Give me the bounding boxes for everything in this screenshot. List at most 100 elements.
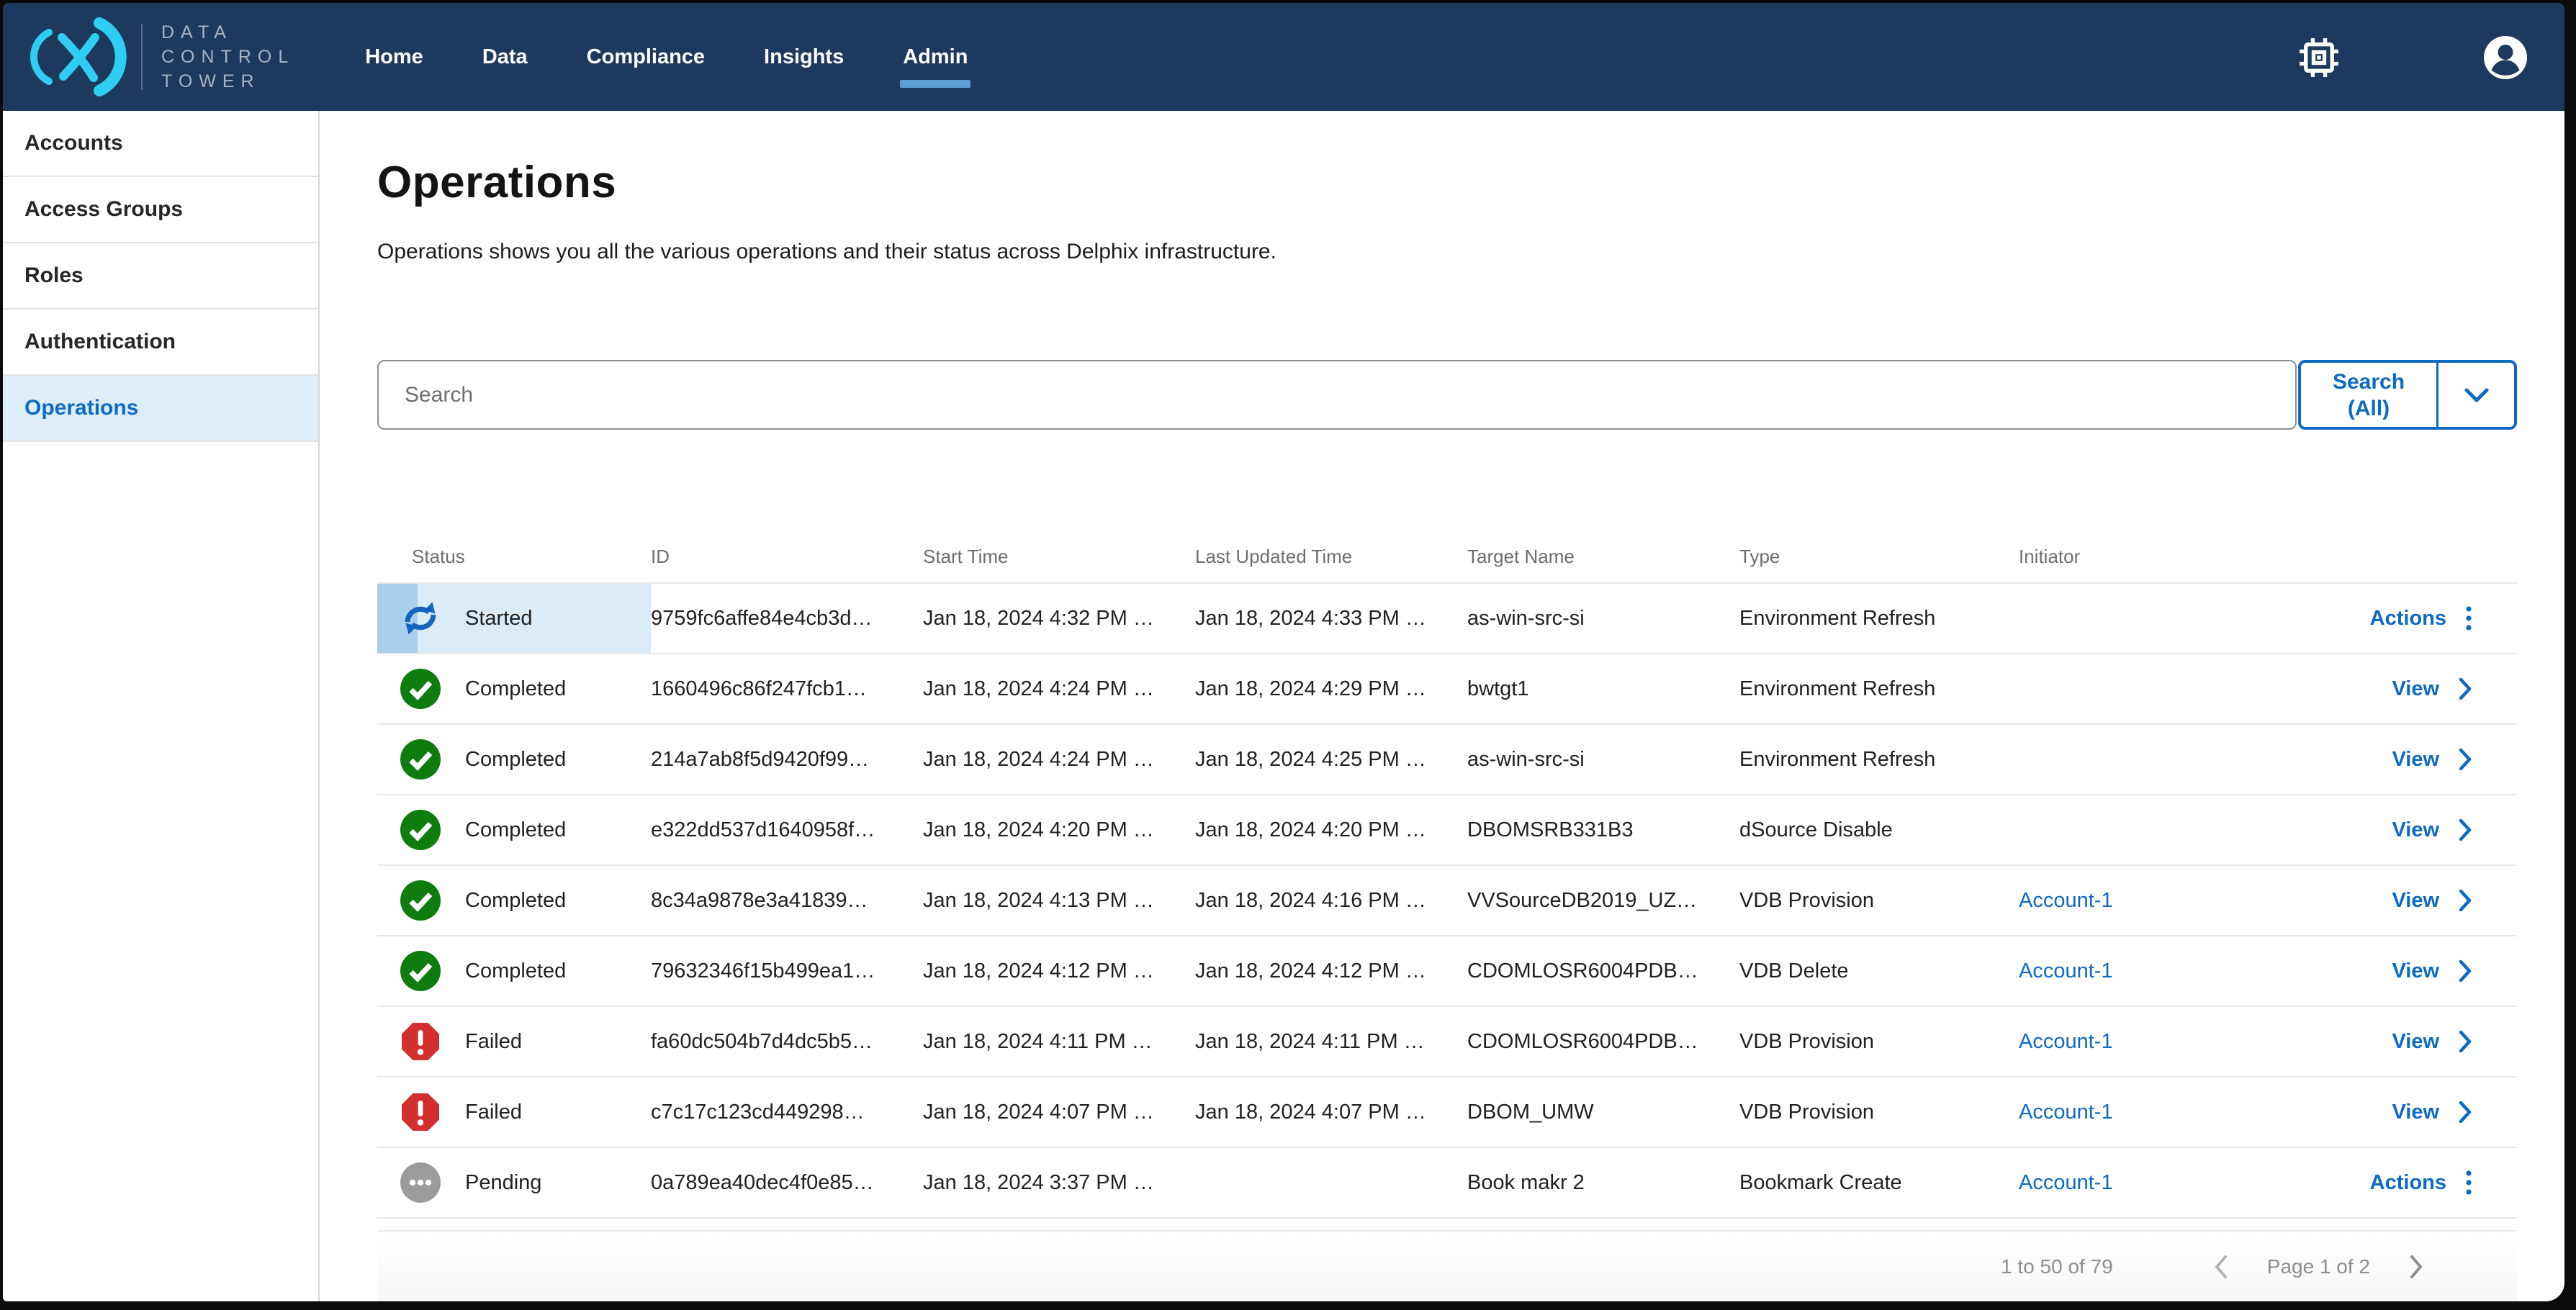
start-time-cell: Jan 18, 2024 4:07 PM … [923,1078,1195,1147]
active-nav-underline [900,80,970,88]
actions-menu-link[interactable]: Actions [2370,605,2472,631]
start-time-cell: Jan 18, 2024 4:32 PM … [923,584,1195,653]
start-time-cell: Jan 18, 2024 4:24 PM … [923,725,1195,794]
table-header-row: StatusIDStart TimeLast Updated TimeTarge… [377,510,2517,582]
nav-item-label: Insights [764,45,844,68]
nav-item-insights[interactable]: Insights [762,38,845,76]
table-row: Completed 79632346f15b499ea1… Jan 18, 20… [377,935,2517,1006]
nav-item-label: Compliance [587,45,705,68]
action-cell: Actions [2235,584,2517,653]
row-action-icon [2465,605,2472,631]
type-cell: VDB Provision [1739,866,2019,935]
search-button-label-1: Search [2333,369,2405,395]
status-icon [400,1021,441,1062]
column-header [2235,568,2517,582]
initiator-link[interactable]: Account-1 [2019,1101,2113,1124]
account-avatar-icon[interactable] [2484,36,2527,79]
target-name-cell: as-win-src-si [1467,725,1739,794]
view-link[interactable]: View [2392,1029,2472,1054]
target-name-cell: DBOMSRB331B3 [1467,795,1739,864]
initiator-link[interactable]: Account-1 [2019,1030,2113,1054]
start-time-cell: Jan 18, 2024 3:37 PM … [923,1148,1195,1217]
nav-item-compliance[interactable]: Compliance [585,38,706,76]
chevron-right-icon [2458,888,2472,913]
target-name-cell: CDOMLOSR6004PDB… [1467,936,1739,1006]
search-input[interactable] [377,360,2297,430]
sidebar-item-accounts[interactable]: Accounts [3,111,318,177]
last-updated-cell: Jan 18, 2024 4:29 PM … [1195,654,1467,723]
id-cell: 1660496c86f247fcb1… [651,654,923,723]
last-updated-cell: Jan 18, 2024 4:20 PM … [1195,795,1467,864]
action-cell: View [2235,866,2517,935]
status-cell: Completed [377,795,651,864]
status-icon [400,669,441,709]
chevron-down-icon [2463,386,2490,405]
type-cell: Environment Refresh [1739,725,2019,794]
id-cell: 8c34a9878e3a41839… [651,866,923,935]
sidebar-item-operations[interactable]: Operations [3,376,318,442]
top-navbar: DATA CONTROL TOWER Home Data Compliance … [3,3,2564,111]
status-icon [400,598,441,638]
initiator-cell: Account-1 [2019,866,2235,935]
check-circle-icon [400,880,441,921]
view-link[interactable]: View [2392,677,2472,701]
sync-icon [400,598,441,638]
last-updated-cell: Jan 18, 2024 4:25 PM … [1195,725,1467,794]
view-link[interactable]: View [2392,818,2472,842]
chevron-right-icon [2458,959,2472,983]
initiator-link[interactable]: Account-1 [2019,889,2113,913]
type-cell: Environment Refresh [1739,654,2019,723]
sidebar-item-access-groups[interactable]: Access Groups [3,177,318,243]
status-cell: Completed [377,866,651,935]
page-title: Operations [377,157,2517,209]
nav-item-data[interactable]: Data [481,38,529,76]
search-button-group: Search (All) [2298,360,2517,430]
status-label: Completed [465,959,566,983]
nav-item-label: Data [482,45,528,68]
row-action-label: Actions [2370,607,2446,631]
type-cell: Environment Refresh [1739,584,2019,653]
search-all-button[interactable]: Search (All) [2301,363,2436,427]
row-action-label: View [2392,1030,2439,1054]
status-cell: Pending [377,1148,651,1217]
type-cell: dSource Disable [1739,795,2019,864]
row-action-label: View [2392,959,2439,983]
view-link[interactable]: View [2392,1100,2472,1124]
pagination-range: 1 to 50 of 79 [2001,1255,2113,1278]
row-action-icon [2458,818,2472,842]
last-updated-cell: Jan 18, 2024 4:12 PM … [1195,936,1467,1006]
chevron-right-icon [2458,1100,2472,1124]
row-action-icon [2458,888,2472,913]
next-page-button[interactable] [2400,1251,2432,1283]
view-link[interactable]: View [2392,959,2472,983]
nav-item-label: Home [365,45,423,68]
start-time-cell: Jan 18, 2024 4:11 PM … [923,1007,1195,1076]
view-link[interactable]: View [2392,888,2472,913]
column-header-type: Type [1739,546,2019,582]
nav-item-admin[interactable]: Admin [901,38,969,76]
initiator-cell: Account-1 [2019,936,2235,1006]
row-action-icon [2458,677,2472,701]
start-time-cell: Jan 18, 2024 4:13 PM … [923,866,1195,935]
initiator-link[interactable]: Account-1 [2019,1171,2113,1195]
target-name-cell: DBOM_UMW [1467,1078,1739,1147]
search-scope-dropdown[interactable] [2438,363,2514,427]
sidebar-item-label: Roles [24,263,84,288]
sidebar-item-roles[interactable]: Roles [3,243,318,310]
id-cell: 79632346f15b499ea1… [651,936,923,1006]
status-cell: Completed [377,654,651,723]
last-updated-cell: Jan 18, 2024 4:16 PM … [1195,866,1467,935]
settings-chip-icon[interactable] [2298,37,2340,78]
table-row: Started 9759fc6affe84e4cb3d… Jan 18, 202… [377,582,2517,653]
prev-page-button[interactable] [2205,1251,2237,1283]
sidebar-item-authentication[interactable]: Authentication [3,310,318,376]
status-icon [400,739,441,780]
initiator-link[interactable]: Account-1 [2019,959,2113,983]
nav-item-home[interactable]: Home [364,38,425,76]
status-label: Completed [465,748,566,772]
actions-menu-link[interactable]: Actions [2370,1170,2472,1196]
brand-line-2: CONTROL [161,45,294,69]
primary-nav: Home Data Compliance Insights Admin [364,38,969,76]
view-link[interactable]: View [2392,747,2472,772]
last-updated-cell: Jan 18, 2024 4:11 PM … [1195,1007,1467,1076]
